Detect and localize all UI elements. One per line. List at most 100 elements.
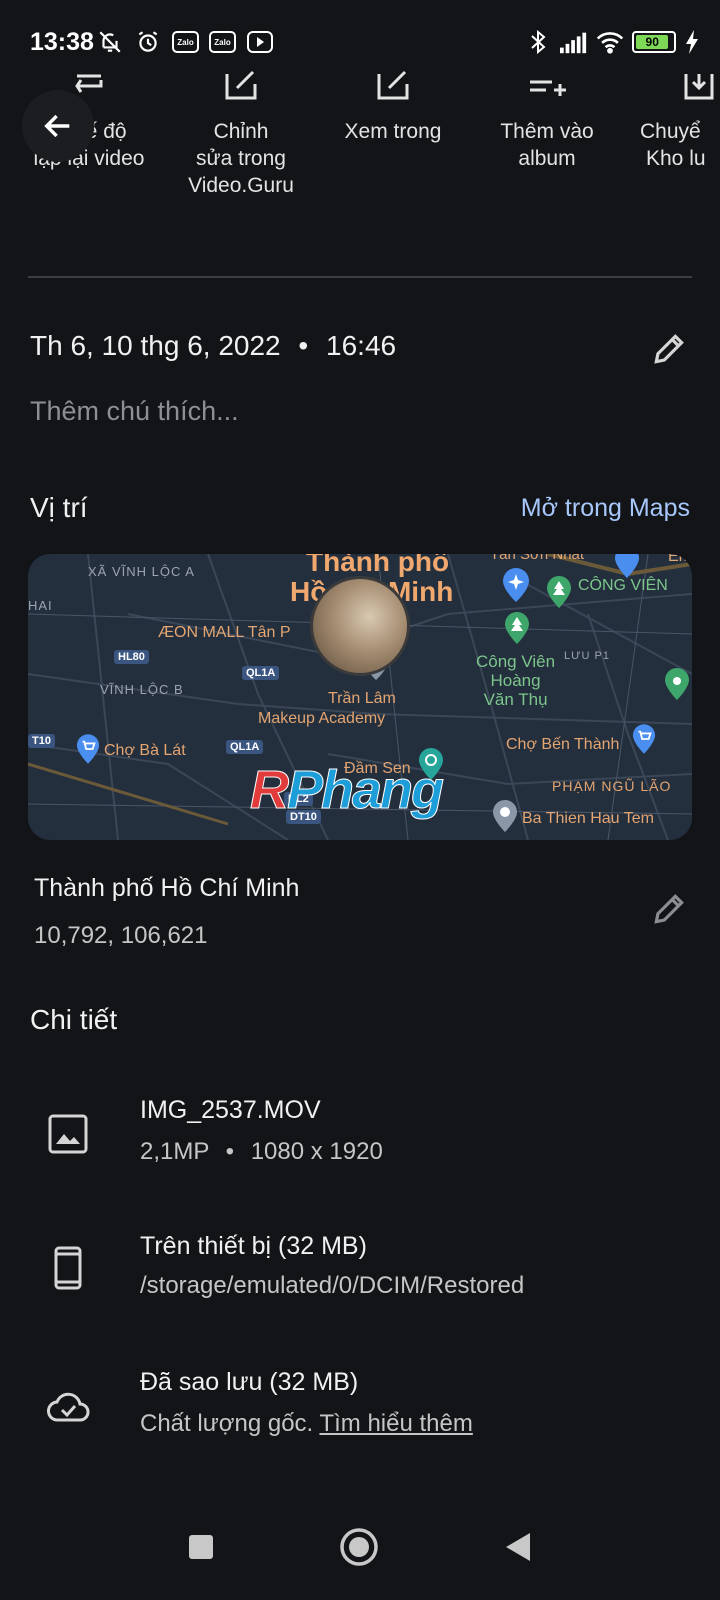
- action-edit-videoguru[interactable]: Chỉnh sửa trong Video.Guru: [166, 60, 316, 199]
- repeat-icon: [14, 60, 164, 100]
- map-label-cvhvt-3: Văn Thụ: [483, 690, 548, 709]
- map-label-em: Em: [668, 554, 692, 565]
- backup-quality-text: Chất lượng gốc.: [140, 1410, 314, 1437]
- map-label-cho-ba-lat: Chợ Bà Lát: [104, 742, 186, 759]
- zoo-pin-icon: [665, 668, 689, 700]
- signal-icon: [560, 28, 588, 56]
- detail-file: IMG_2537.MOV 2,1MP • 1080 x 1920: [0, 1090, 720, 1190]
- caption-input[interactable]: Thêm chú thích...: [30, 396, 239, 427]
- wifi-icon: [596, 28, 624, 56]
- status-icons-left: Zalo Zalo: [96, 28, 274, 56]
- action-label-line1: Chỉnh: [213, 120, 269, 143]
- shopping-cart-pin-icon: [632, 724, 656, 754]
- shopping-cart-pin-icon: [76, 734, 100, 764]
- road-tag-t10: T10: [28, 734, 55, 748]
- playlist-add-icon: [472, 60, 622, 100]
- map-label-tran-lam: Trần Lâm: [328, 690, 396, 707]
- map-label-cong-vien: CÔNG VIÊN: [578, 577, 668, 594]
- download-icon: [626, 60, 720, 100]
- action-add-to-album[interactable]: Thêm vào album: [472, 60, 622, 172]
- battery-level: 90: [636, 35, 669, 49]
- date-time: Th 6, 10 thg 6, 2022 • 16:46: [30, 330, 396, 362]
- location-title: Vị trí: [30, 492, 88, 523]
- watermark-logo: RPhang: [250, 760, 445, 821]
- map-label-makeup-academy: Makeup Academy: [258, 710, 386, 727]
- detail-device: Trên thiết bị (32 MB) /storage/emulated/…: [0, 1228, 720, 1328]
- date-separator: •: [298, 330, 309, 361]
- navigation-bar: [0, 1500, 720, 1600]
- map-label-pham-ngu-lao: PHẠM NGŨ LÃO: [552, 778, 672, 794]
- map-label-tan-son-nhat: Tân Sơn Nhất: [490, 554, 585, 563]
- file-megapixels: 2,1MP: [140, 1138, 209, 1165]
- park-pin-icon: [505, 612, 529, 644]
- divider: [28, 276, 692, 278]
- edit-location-button[interactable]: [650, 890, 690, 930]
- map-label-city: Thành phố: [306, 554, 450, 577]
- park-pin-icon: [547, 576, 571, 608]
- details-title: Chi tiết: [30, 1004, 118, 1035]
- open-in-icon: [318, 60, 468, 100]
- back-button[interactable]: [22, 90, 94, 162]
- status-icons-right: 90: [524, 28, 700, 56]
- road-tag-ql1a: QL1A: [226, 740, 264, 754]
- shopping-pin-icon: [615, 554, 639, 578]
- photo-thumbnail: [310, 576, 410, 676]
- file-specs: 2,1MP • 1080 x 1920: [140, 1138, 383, 1166]
- action-label-line2: Kho lu: [646, 147, 706, 170]
- map-label-cvhvt-1: Công Viên: [476, 652, 556, 671]
- road-tag-hl80: HL80: [114, 650, 149, 664]
- road-tag-ql1a: QL1A: [242, 666, 280, 680]
- watermark-text: Phang: [286, 760, 444, 821]
- arrow-back-icon: [44, 114, 70, 138]
- action-move-archive[interactable]: Chuyể Kho lu: [626, 60, 720, 172]
- detail-backup: Đã sao lưu (32 MB) Chất lượng gốc. Tìm h…: [0, 1366, 720, 1466]
- action-label-line1: Chuyể: [640, 120, 701, 143]
- map-label-aeon: ÆON MALL Tân P: [158, 624, 291, 641]
- open-in-maps-link[interactable]: Mở trong Maps: [521, 494, 690, 523]
- pencil-icon: [654, 334, 684, 364]
- map-label-hai: HAI: [28, 598, 53, 613]
- action-open-in[interactable]: Xem trong: [318, 60, 468, 145]
- map-label-cong-vien-hvt: Công Viên Hoàng Văn Thụ: [476, 652, 555, 709]
- charging-icon: [684, 28, 700, 56]
- file-spec-separator: •: [225, 1138, 235, 1165]
- back-nav-button[interactable]: [494, 1522, 544, 1572]
- action-label: Xem trong: [344, 120, 442, 143]
- map-label-ba-thien-hau: Ba Thien Hau Tem: [522, 810, 654, 827]
- map-label-vinh-loc-b: VĨNH LỘC B: [100, 682, 184, 697]
- map-label-vinh-loc-a: XÃ VĨNH LỘC A: [88, 564, 195, 579]
- file-name: IMG_2537.MOV: [140, 1096, 321, 1124]
- backup-status: Đã sao lưu (32 MB): [140, 1368, 359, 1396]
- edit-date-button[interactable]: [650, 330, 690, 370]
- bell-off-icon: [96, 28, 124, 56]
- device-storage: Trên thiết bị (32 MB): [140, 1232, 367, 1260]
- action-label-line1: Thêm vào: [500, 120, 594, 143]
- learn-more-link[interactable]: Tìm hiểu thêm: [319, 1410, 472, 1437]
- phone-icon: [54, 1246, 82, 1290]
- status-time: 13:38: [30, 28, 94, 56]
- location-map[interactable]: Thành phố Hồ Chí Minh Tân Sơn Nhất XÃ VĨ…: [28, 554, 692, 840]
- place-name: Thành phố Hồ Chí Minh: [34, 874, 300, 902]
- edit-square-icon: [166, 60, 316, 100]
- device-path: /storage/emulated/0/DCIM/Restored: [140, 1272, 525, 1299]
- action-label-line2: sửa trong: [196, 147, 286, 170]
- action-label-line3: Video.Guru: [188, 174, 294, 197]
- pencil-icon: [654, 894, 684, 924]
- home-button[interactable]: [334, 1522, 384, 1572]
- file-resolution: 1080 x 1920: [250, 1138, 383, 1165]
- battery-icon: 90: [632, 31, 676, 53]
- video-app-icon: [246, 28, 274, 56]
- cloud-done-icon: [47, 1392, 90, 1422]
- alarm-icon: [134, 28, 162, 56]
- recents-button[interactable]: [176, 1522, 226, 1572]
- bluetooth-icon: [524, 28, 552, 56]
- coordinates: 10,792, 106,621: [34, 922, 208, 949]
- date: Th 6, 10 thg 6, 2022: [30, 330, 281, 361]
- zalo-icon: Zalo: [172, 31, 199, 53]
- triangle-back-icon: [506, 1533, 530, 1561]
- temple-pin-icon: [493, 800, 517, 832]
- square-icon: [189, 1535, 213, 1559]
- backup-quality: Chất lượng gốc. Tìm hiểu thêm: [140, 1410, 473, 1438]
- map-label-cvhvt-2: Hoàng: [490, 671, 541, 690]
- map-label-cho-ben-thanh: Chợ Bến Thành: [506, 736, 620, 753]
